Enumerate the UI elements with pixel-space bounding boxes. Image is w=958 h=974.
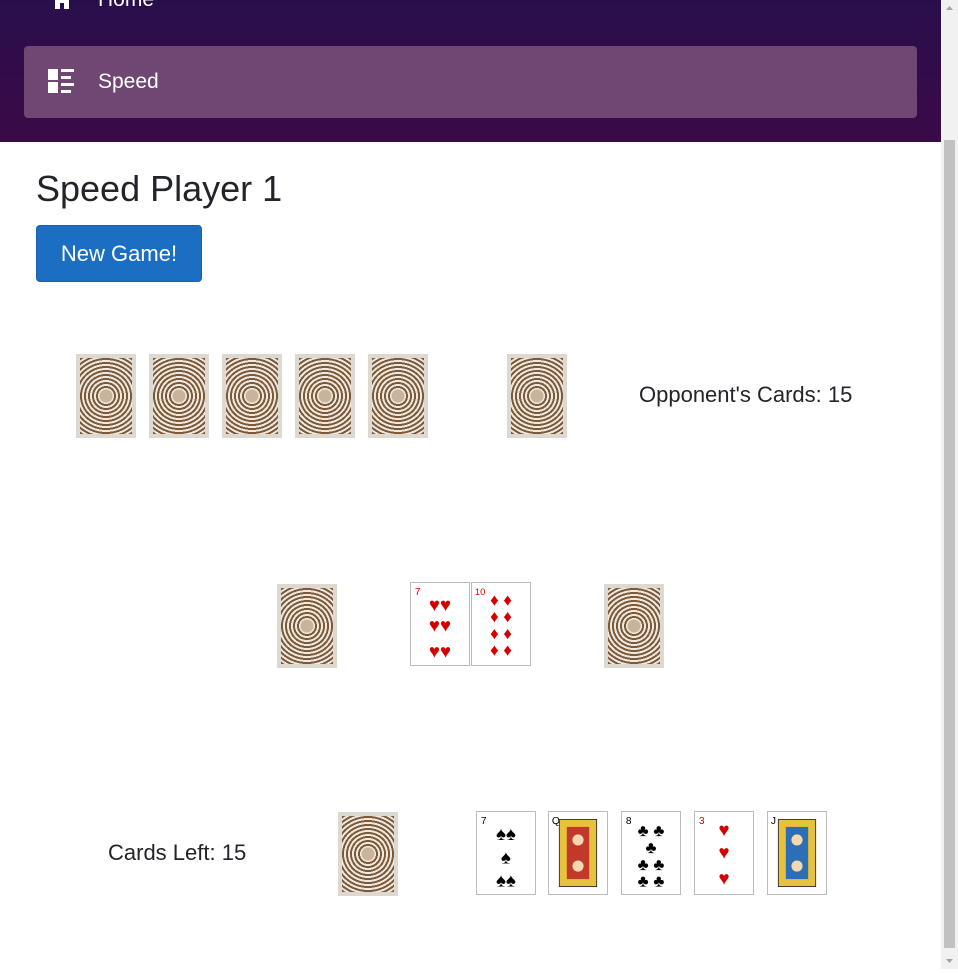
player-hand-card[interactable]: J bbox=[767, 811, 827, 895]
player-hand-card[interactable]: Q bbox=[548, 811, 608, 895]
list-icon bbox=[48, 69, 76, 95]
heart-suit-icon: ♥ bbox=[718, 842, 729, 863]
heart-suit-icon: ♥♥ bbox=[429, 614, 451, 635]
scroll-down-arrow-icon[interactable] bbox=[941, 952, 958, 969]
card-rank: 7 bbox=[415, 587, 421, 598]
right-replacement-pile[interactable] bbox=[604, 584, 664, 668]
card-rank: 7 bbox=[481, 816, 487, 827]
opponent-card-back bbox=[295, 354, 355, 438]
opponent-card-back bbox=[222, 354, 282, 438]
opponent-draw-pile bbox=[507, 354, 567, 438]
center-pile-right[interactable]: 10 ♦ ♦ ♦ ♦ ♦ ♦ ♦ ♦ bbox=[471, 582, 531, 666]
opponent-card-back bbox=[368, 354, 428, 438]
scroll-up-arrow-icon[interactable] bbox=[941, 0, 958, 17]
nav-item-home[interactable]: Home bbox=[24, 0, 917, 36]
opponent-card-back bbox=[76, 354, 136, 438]
top-nav: Home Speed bbox=[0, 0, 941, 142]
player-hand-card[interactable]: 8 ♣ ♣ ♣ ♣ ♣ ♣ ♣ bbox=[621, 811, 681, 895]
player-hand-card[interactable]: 3 ♥ ♥ ♥ bbox=[694, 811, 754, 895]
left-replacement-pile[interactable] bbox=[277, 584, 337, 668]
player-hand-card[interactable]: 7 ♠♠ ♠ ♠♠ bbox=[476, 811, 536, 895]
card-rank: Q bbox=[552, 816, 560, 827]
nav-item-speed[interactable]: Speed bbox=[24, 46, 917, 118]
heart-suit-icon: ♥♥ bbox=[429, 594, 451, 615]
nav-item-label: Home bbox=[98, 0, 154, 12]
vertical-scrollbar[interactable] bbox=[941, 0, 958, 969]
club-suit-icon: ♣ ♣ bbox=[638, 872, 665, 891]
home-icon bbox=[48, 0, 76, 13]
spade-suit-icon: ♠♠ bbox=[496, 870, 516, 891]
card-rank: 8 bbox=[626, 816, 632, 827]
center-pile-left[interactable]: 7 ♥♥ ♥♥ ♥♥ bbox=[410, 582, 470, 666]
heart-suit-icon: ♥ bbox=[718, 819, 729, 840]
opponent-card-back bbox=[149, 354, 209, 438]
page-title: Speed Player 1 bbox=[36, 168, 283, 209]
card-rank: J bbox=[771, 816, 776, 827]
diamond-suit-icon: ♦ ♦ bbox=[490, 641, 512, 660]
opponent-cards-count: Opponent's Cards: 15 bbox=[639, 382, 853, 407]
card-rank: 10 bbox=[475, 587, 485, 597]
scroll-thumb[interactable] bbox=[944, 140, 955, 948]
heart-suit-icon: ♥♥ bbox=[429, 641, 451, 662]
nav-item-label: Speed bbox=[98, 70, 159, 93]
card-rank: 3 bbox=[699, 816, 705, 827]
new-game-button[interactable]: New Game! bbox=[36, 225, 202, 282]
cards-left-count: Cards Left: 15 bbox=[108, 840, 247, 865]
heart-suit-icon: ♥ bbox=[718, 868, 729, 889]
player-draw-pile[interactable] bbox=[338, 812, 398, 896]
spade-suit-icon: ♠ bbox=[501, 846, 511, 867]
spade-suit-icon: ♠♠ bbox=[496, 823, 516, 844]
